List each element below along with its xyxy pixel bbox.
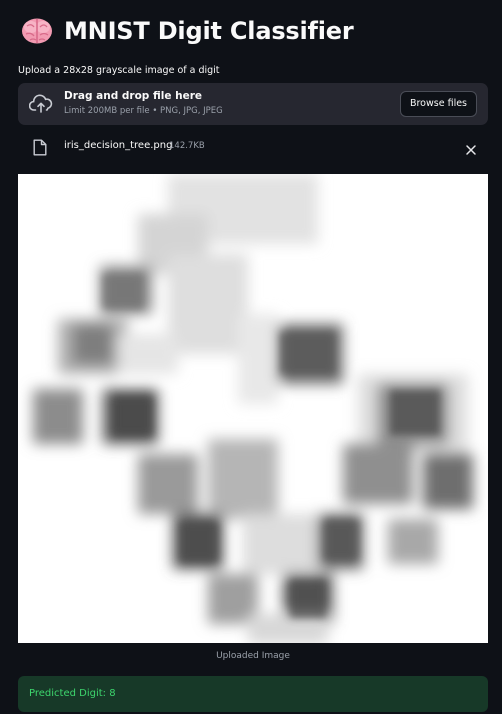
browse-files-button[interactable]: Browse files xyxy=(399,91,477,117)
prediction-text: Predicted Digit: 8 xyxy=(29,688,116,699)
prediction-alert: Predicted Digit: 8 xyxy=(18,676,488,712)
uploader-label: Upload a 28x28 grayscale image of a digi… xyxy=(18,65,220,76)
uploaded-image xyxy=(18,174,488,643)
close-icon[interactable] xyxy=(465,141,477,155)
uploaded-file-row: iris_decision_tree.png 142.7KB xyxy=(18,135,488,161)
file-size: 142.7KB xyxy=(169,141,205,151)
dropzone-title: Drag and drop file here xyxy=(64,90,203,102)
page-header: MNIST Digit Classifier xyxy=(20,14,354,48)
file-icon xyxy=(33,139,47,156)
image-caption: Uploaded Image xyxy=(216,651,290,661)
file-dropzone[interactable]: Drag and drop file here Limit 200MB per … xyxy=(18,83,488,125)
app-root: MNIST Digit Classifier Upload a 28x28 gr… xyxy=(0,0,502,714)
cloud-upload-icon xyxy=(28,93,53,115)
blurred-tree-image xyxy=(18,174,488,643)
page-title: MNIST Digit Classifier xyxy=(64,17,354,45)
file-name: iris_decision_tree.png xyxy=(64,140,173,151)
dropzone-limits: Limit 200MB per file • PNG, JPG, JPEG xyxy=(64,106,223,116)
brain-icon xyxy=(20,14,54,48)
